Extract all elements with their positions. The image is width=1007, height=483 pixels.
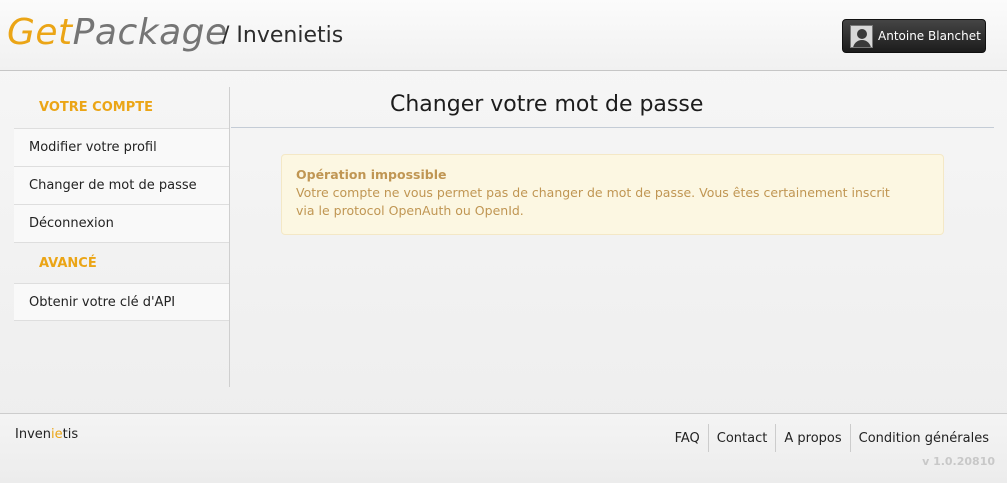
user-name: Antoine Blanchet: [878, 29, 981, 43]
alert-title: Opération impossible: [296, 167, 447, 182]
page-title: Changer votre mot de passe: [231, 87, 994, 128]
sidebar-item-edit-profile[interactable]: Modifier votre profil: [14, 128, 229, 166]
footer-link-faq[interactable]: FAQ: [667, 424, 708, 452]
sidebar-item-change-password[interactable]: Changer de mot de passe: [14, 166, 229, 204]
logo-package: Package: [72, 12, 228, 53]
sidebar-item-api-key[interactable]: Obtenir votre clé d'API: [14, 283, 229, 321]
sidebar-section-advanced: AVANCÉ: [14, 242, 229, 283]
footer-brand-part: tis: [62, 427, 79, 442]
logo[interactable]: GetPackage: [7, 10, 228, 56]
header: GetPackage / Invenietis Antoine Blanchet: [0, 0, 1007, 71]
sidebar-item-logout[interactable]: Déconnexion: [14, 204, 229, 242]
user-menu-button[interactable]: Antoine Blanchet: [842, 19, 986, 53]
footer: Invenietis FAQ Contact A propos Conditio…: [0, 413, 1007, 483]
footer-links: FAQ Contact A propos Condition générales: [667, 424, 997, 452]
footer-link-about[interactable]: A propos: [775, 424, 849, 452]
footer-brand: Invenietis: [15, 427, 78, 442]
footer-link-contact[interactable]: Contact: [707, 424, 776, 452]
footer-brand-part: Inven: [15, 427, 52, 442]
footer-brand-part: ie: [51, 427, 63, 442]
alert-message-line: via le protocol OpenAuth ou OpenId.: [296, 203, 524, 218]
sidebar-section-account: VOTRE COMPTE: [39, 100, 153, 115]
avatar: [850, 24, 873, 48]
breadcrumb[interactable]: / Invenietis: [222, 23, 343, 48]
version-label: v 1.0.20810: [922, 455, 995, 468]
warning-alert: Opération impossible Votre compte ne vou…: [281, 154, 944, 235]
footer-link-terms[interactable]: Condition générales: [849, 424, 997, 452]
logo-get: Get: [7, 12, 73, 53]
sidebar: VOTRE COMPTE Modifier votre profil Chang…: [14, 87, 230, 387]
alert-message-line: Votre compte ne vous permet pas de chang…: [296, 185, 890, 200]
